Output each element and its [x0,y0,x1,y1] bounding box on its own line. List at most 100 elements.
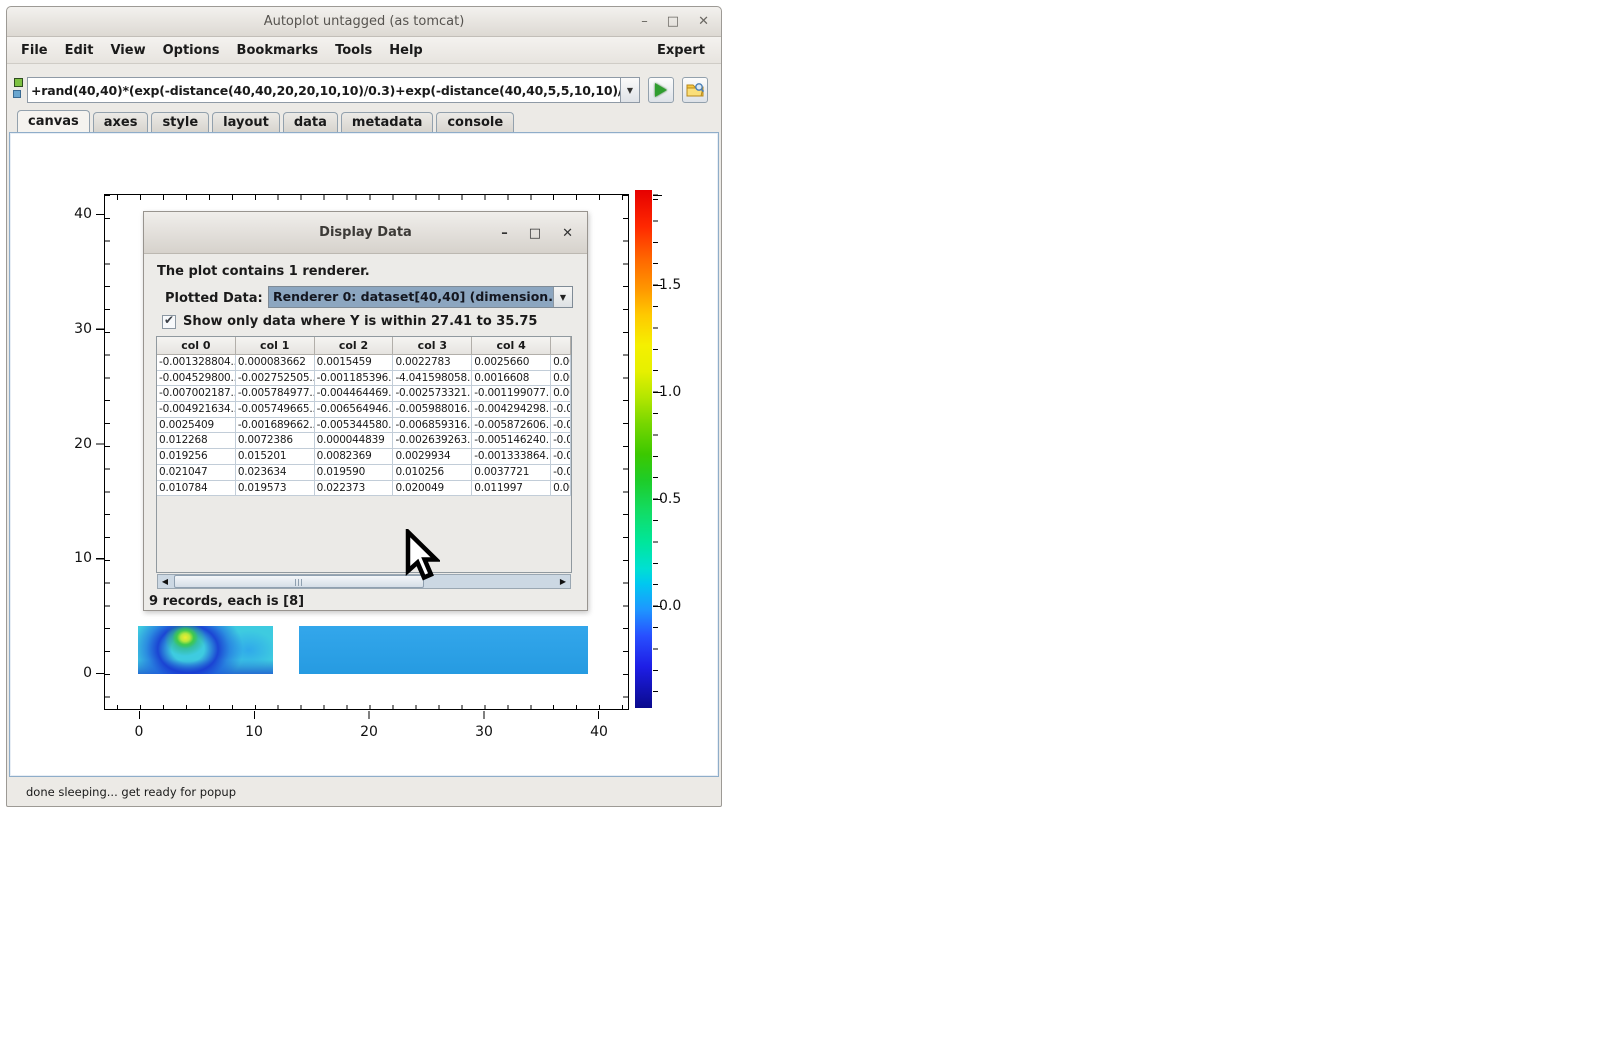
colorbar-major-ticks [653,190,662,708]
table-row[interactable]: 0.0107840.0195730.0223730.0200490.011997… [157,481,571,497]
dialog-titlebar[interactable]: Display Data – □ ✕ [144,212,587,254]
table-cell: 0.0022783 [393,355,472,371]
y-axis-tick-label: 10 [66,550,92,566]
table-cell: 0.019573 [236,481,315,497]
table-cell: 0.019590 [315,465,394,481]
colorbar-tick-label: 0.5 [659,491,681,507]
menubar: File Edit View Options Bookmarks Tools Help Ex… [7,37,721,64]
x-axis-major-ticks [105,711,628,719]
scroll-track[interactable] [172,575,556,588]
tab-data[interactable]: data [283,112,338,132]
dialog-maximize-icon[interactable]: □ [529,226,541,241]
display-data-dialog: Display Data – □ ✕ The plot contains 1 r… [143,211,588,611]
table-cell: 0.019256 [157,449,236,465]
h-scrollbar[interactable]: ◀ ▶ [157,574,571,589]
colorbar-tick-label: 0.0 [659,598,681,614]
table-cell: -0.002639263... [393,433,472,449]
titlebar[interactable]: Autoplot untagged (as tomcat) – □ ✕ [7,7,721,37]
scroll-right-button[interactable]: ▶ [556,575,570,588]
uri-input[interactable]: +rand(40,40)*(exp(-distance(40,40,20,20,… [27,77,621,103]
menu-item-tools[interactable]: Tools [335,43,372,58]
minimize-icon[interactable]: – [641,7,648,37]
table-cell: -0.005784977... [236,386,315,402]
table-cell: -0.004529800... [157,371,236,387]
tab-axes[interactable]: axes [93,112,149,132]
tab-style[interactable]: style [151,112,209,132]
table-cell: -0.0 [551,465,571,481]
table-row[interactable]: 0.0122680.00723860.000044839-0.002639263… [157,433,571,449]
scroll-left-button[interactable]: ◀ [158,575,172,588]
menu-item-view[interactable]: View [110,43,145,58]
filter-checkbox[interactable]: ✔ [162,315,176,329]
scroll-thumb[interactable] [174,575,424,588]
table-header-cell[interactable]: col 3 [393,337,472,355]
chevron-down-icon: ▼ [627,86,633,95]
colorbar-tick-label: 1.5 [659,277,681,293]
plotted-data-value: Renderer 0: dataset[40,40] (dimension... [269,287,553,307]
table-cell: 0.0025409 [157,418,236,434]
table-body: -0.001328804...0.0000836620.00154590.002… [157,355,571,496]
tab-console[interactable]: console [436,112,514,132]
table-cell: -0.0 [551,433,571,449]
table-row[interactable]: 0.0210470.0236340.0195900.0102560.003772… [157,465,571,481]
table-header-cell[interactable]: col 0 [157,337,236,355]
idle-green-icon [14,78,23,87]
y-axis-tick-label: 40 [66,206,92,222]
table-cell: -0.001328804... [157,355,236,371]
table-cell: 0.0082369 [315,449,394,465]
table-cell: -0.0 [551,449,571,465]
table-cell: -0.005988016... [393,402,472,418]
menu-items: File Edit View Options Bookmarks Tools Help [21,43,440,58]
heatmap-fragment-right [299,626,588,674]
table-header-cell[interactable] [551,337,571,355]
table-row[interactable]: -0.001328804...0.0000836620.00154590.002… [157,355,571,371]
table-cell: 0.0072386 [236,433,315,449]
tab-layout[interactable]: layout [212,112,280,132]
scroll-grip-icon [295,579,303,586]
tab-bar: canvasaxesstylelayoutdatametadataconsole [17,111,514,132]
plotted-data-combobox[interactable]: Renderer 0: dataset[40,40] (dimension...… [268,286,573,308]
table-cell: -0.005749665... [236,402,315,418]
table-row[interactable]: 0.0192560.0152010.00823690.0029934-0.001… [157,449,571,465]
table-cell: 0.0016608 [472,371,551,387]
dialog-close-icon[interactable]: ✕ [562,226,573,241]
table-cell: 0.0025660 [472,355,551,371]
table-row[interactable]: -0.004921634...-0.005749665...-0.0065649… [157,402,571,418]
menu-item-bookmarks[interactable]: Bookmarks [237,43,319,58]
close-icon[interactable]: ✕ [698,7,709,37]
table-row[interactable]: -0.007002187...-0.005784977...-0.0044644… [157,386,571,402]
tab-metadata[interactable]: metadata [341,112,433,132]
menu-item-options[interactable]: Options [163,43,220,58]
table-row[interactable]: -0.004529800...-0.002752505...-0.0011853… [157,371,571,387]
dialog-minimize-icon[interactable]: – [501,226,508,241]
table-cell: -0.004464469... [315,386,394,402]
uri-dropdown-button[interactable]: ▼ [621,77,640,103]
x-axis-tick-label: 0 [135,724,144,740]
table-cell: -0.004921634... [157,402,236,418]
table-header: col 0col 1col 2col 3col 4 [157,337,571,355]
y-axis-tick-label: 0 [66,665,92,681]
expert-toggle[interactable]: Expert [657,43,705,58]
table-cell: 0.00 [551,481,571,497]
table-header-cell[interactable]: col 2 [315,337,394,355]
menu-item-edit[interactable]: Edit [65,43,94,58]
table-row[interactable]: 0.0025409-0.001689662...-0.005344580...-… [157,418,571,434]
table-cell: -0.002573321... [393,386,472,402]
table-cell: 0.010256 [393,465,472,481]
table-header-cell[interactable]: col 4 [472,337,551,355]
table-header-cell[interactable]: col 1 [236,337,315,355]
colorbar [635,190,652,708]
table-cell: -0.001689662... [236,418,315,434]
menu-item-file[interactable]: File [21,43,48,58]
table-cell: 0.012268 [157,433,236,449]
table-cell: 0.0029934 [393,449,472,465]
heatmap-fragment-left [138,626,273,674]
scroll-right-icon: ▶ [560,577,566,586]
statusbar: done sleeping... get ready for popup [7,777,721,806]
inspect-uri-button[interactable] [682,77,708,103]
maximize-icon[interactable]: □ [667,7,679,37]
go-button[interactable] [648,77,674,103]
screen: Autoplot untagged (as tomcat) – □ ✕ File… [0,0,1600,1050]
menu-item-help[interactable]: Help [389,43,422,58]
tab-canvas[interactable]: canvas [17,110,90,132]
